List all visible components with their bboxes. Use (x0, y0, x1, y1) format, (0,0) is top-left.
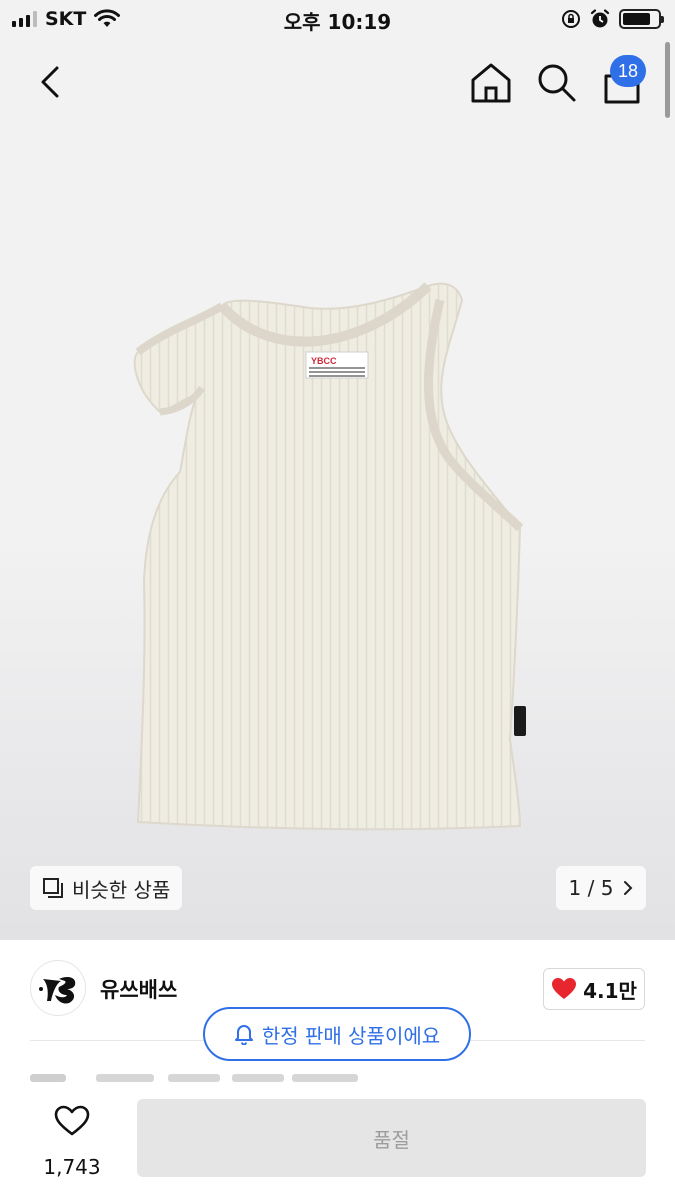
wish-count: 1,743 (43, 1155, 101, 1179)
seller-name[interactable]: 유쓰배쓰 (100, 974, 177, 1004)
similar-products-label: 비슷한 상품 (72, 877, 171, 902)
stack-icon (43, 878, 63, 898)
cart-badge: 18 (610, 55, 646, 87)
product-image[interactable]: YBCC (110, 260, 560, 860)
seller-like-button[interactable]: 4.1만 (543, 968, 645, 1010)
wish-button[interactable]: 1,743 (30, 1101, 114, 1181)
chevron-right-icon (624, 881, 633, 895)
battery-icon (619, 9, 664, 29)
alarm-icon (590, 9, 610, 28)
status-right (561, 8, 664, 30)
status-bar: SKT 오후 10:19 (0, 0, 675, 40)
limited-sale-text: 한정 판매 상품이에요 (261, 1023, 441, 1048)
soldout-button: 품절 (137, 1099, 646, 1177)
heart-outline-icon (54, 1105, 90, 1136)
seller-likes-count: 4.1만 (583, 978, 637, 1003)
heart-filled-icon (552, 978, 577, 999)
home-icon[interactable] (468, 60, 514, 106)
bell-icon (234, 1025, 253, 1045)
seller-avatar[interactable] (30, 960, 86, 1016)
image-page-counter[interactable]: 1 / 5 (556, 866, 646, 910)
battery-level (623, 13, 651, 25)
search-icon[interactable] (534, 60, 578, 104)
bottom-bar: 1,743 품절 (0, 1085, 675, 1200)
seller-logo (39, 977, 76, 1004)
orientation-lock-icon (562, 10, 580, 28)
similar-products-button[interactable]: 비슷한 상품 (30, 866, 183, 910)
product-image-area[interactable]: YBCC 18 비슷한 상품 1 / 5 (0, 40, 675, 940)
label-text: YBCC (311, 356, 337, 366)
page-counter-label: 1 / 5 (568, 876, 614, 900)
limited-sale-toast: 한정 판매 상품이에요 (203, 1007, 471, 1061)
chevron-left-icon[interactable] (30, 60, 74, 104)
product-title-faded (30, 1068, 645, 1084)
scrollbar[interactable] (665, 42, 670, 118)
